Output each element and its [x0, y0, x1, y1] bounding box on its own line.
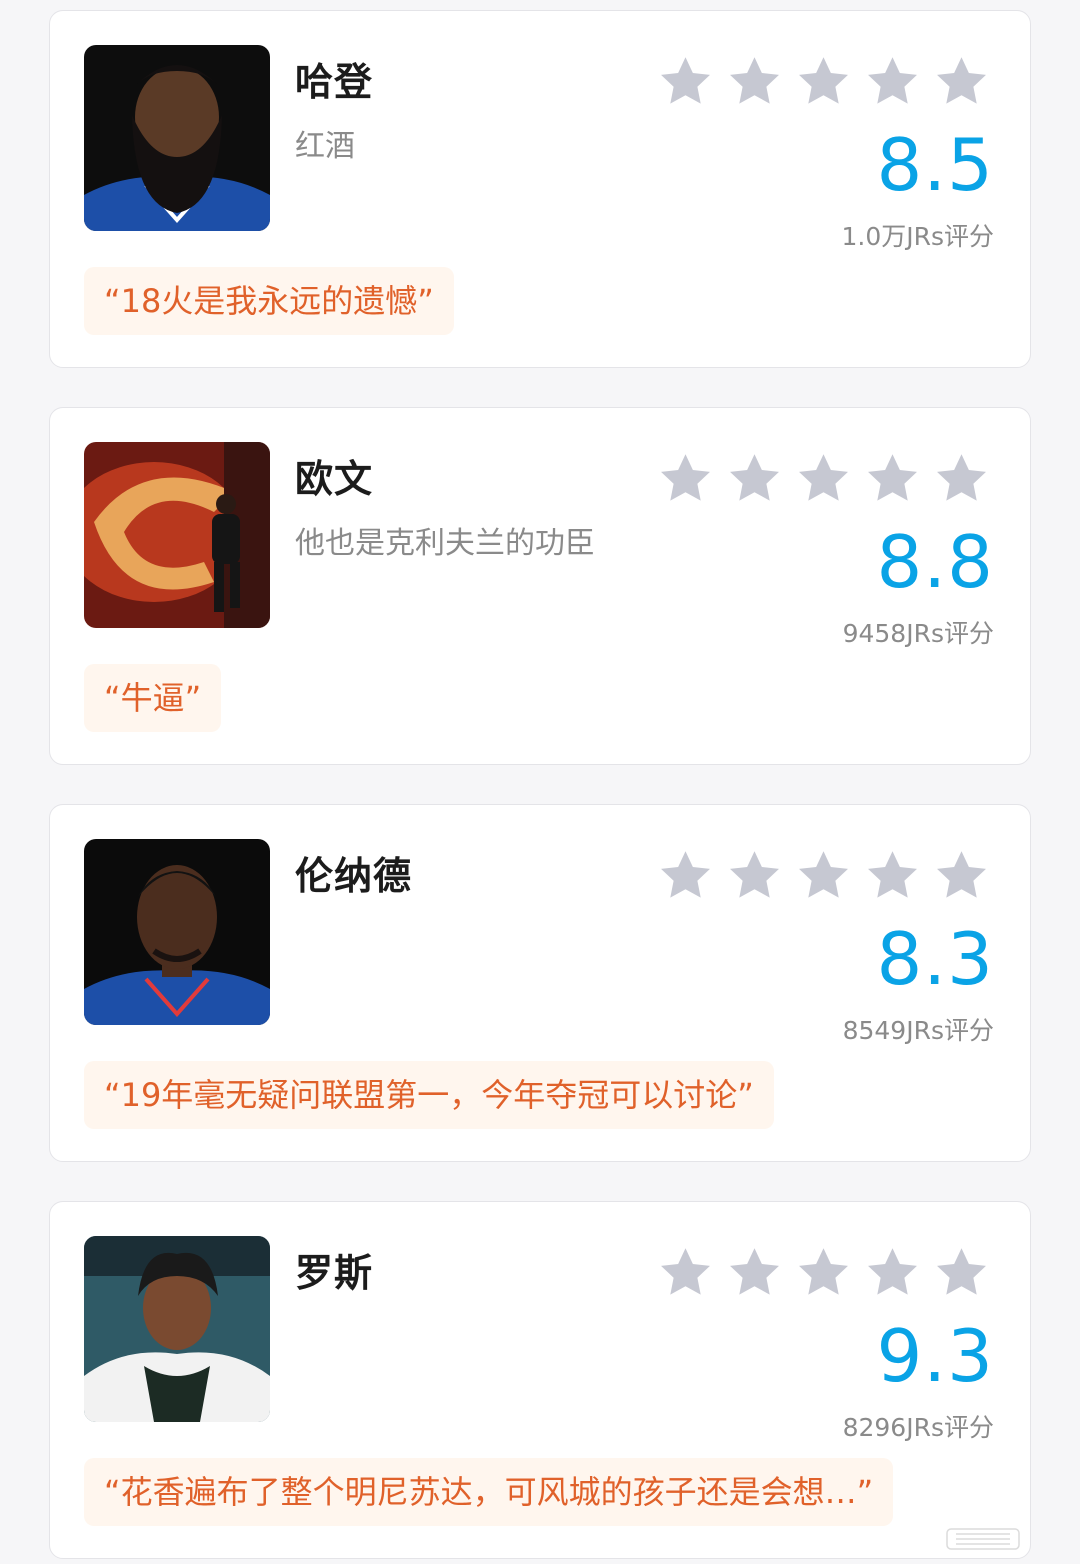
top-comment-quote[interactable]: “19年毫无疑问联盟第一，今年夺冠可以讨论”	[84, 1061, 774, 1129]
rating-score: 8.3	[876, 917, 994, 1001]
star-icon[interactable]	[726, 1244, 783, 1301]
star-icon[interactable]	[795, 847, 852, 904]
star-icon[interactable]	[864, 1244, 921, 1301]
player-name: 伦纳德	[295, 854, 413, 898]
player-photo-harden	[84, 45, 270, 231]
player-nickname: 红酒	[295, 129, 355, 164]
top-comment-quote[interactable]: “18火是我永远的遗憾”	[84, 267, 454, 335]
player-card-irving[interactable]: 欧文 他也是克利夫兰的功臣 8.8 9458JRs评分 “牛逼”	[49, 407, 1031, 765]
star-icon[interactable]	[933, 450, 990, 507]
star-icon[interactable]	[864, 450, 921, 507]
star-rating[interactable]	[657, 1244, 990, 1301]
rating-score: 8.5	[876, 123, 994, 207]
rating-score: 9.3	[876, 1314, 994, 1398]
star-icon[interactable]	[933, 53, 990, 110]
player-name: 欧文	[295, 457, 374, 501]
star-icon[interactable]	[795, 1244, 852, 1301]
player-name: 哈登	[295, 60, 374, 104]
top-comment-quote[interactable]: “牛逼”	[84, 664, 222, 732]
star-icon[interactable]	[657, 1244, 714, 1301]
star-icon[interactable]	[726, 53, 783, 110]
player-card-leonard[interactable]: 伦纳德 8.3 8549JRs评分 “19年毫无疑问联盟第一，今年夺冠可以讨论”	[49, 804, 1031, 1162]
star-icon[interactable]	[657, 53, 714, 110]
player-card-harden[interactable]: 哈登 红酒 8.5 1.0万JRs评分 “18火是我永远的遗憾”	[49, 10, 1031, 368]
rating-count: 8549JRs评分	[842, 1016, 994, 1045]
star-icon[interactable]	[933, 1244, 990, 1301]
star-rating[interactable]	[657, 450, 990, 507]
rating-count: 1.0万JRs评分	[841, 222, 994, 251]
player-photo-irving	[84, 442, 270, 628]
star-icon[interactable]	[864, 847, 921, 904]
player-card-rose[interactable]: 罗斯 9.3 8296JRs评分 “花香遍布了整个明尼苏达，可风城的孩子还是会想…	[49, 1201, 1031, 1559]
player-nickname: 他也是克利夫兰的功臣	[295, 526, 595, 561]
star-icon[interactable]	[864, 53, 921, 110]
star-icon[interactable]	[795, 53, 852, 110]
player-name: 罗斯	[295, 1251, 374, 1295]
star-icon[interactable]	[933, 847, 990, 904]
rating-count: 8296JRs评分	[842, 1413, 994, 1442]
top-comment-quote[interactable]: “花香遍布了整个明尼苏达，可风城的孩子还是会想…”	[84, 1458, 894, 1526]
player-photo-rose	[84, 1236, 270, 1422]
rating-score: 8.8	[876, 520, 994, 604]
star-icon[interactable]	[795, 450, 852, 507]
watermark-logo	[946, 1528, 1020, 1550]
star-icon[interactable]	[657, 450, 714, 507]
star-icon[interactable]	[726, 847, 783, 904]
rating-count: 9458JRs评分	[842, 619, 994, 648]
star-rating[interactable]	[657, 53, 990, 110]
player-photo-leonard	[84, 839, 270, 1025]
star-icon[interactable]	[726, 450, 783, 507]
star-rating[interactable]	[657, 847, 990, 904]
star-icon[interactable]	[657, 847, 714, 904]
